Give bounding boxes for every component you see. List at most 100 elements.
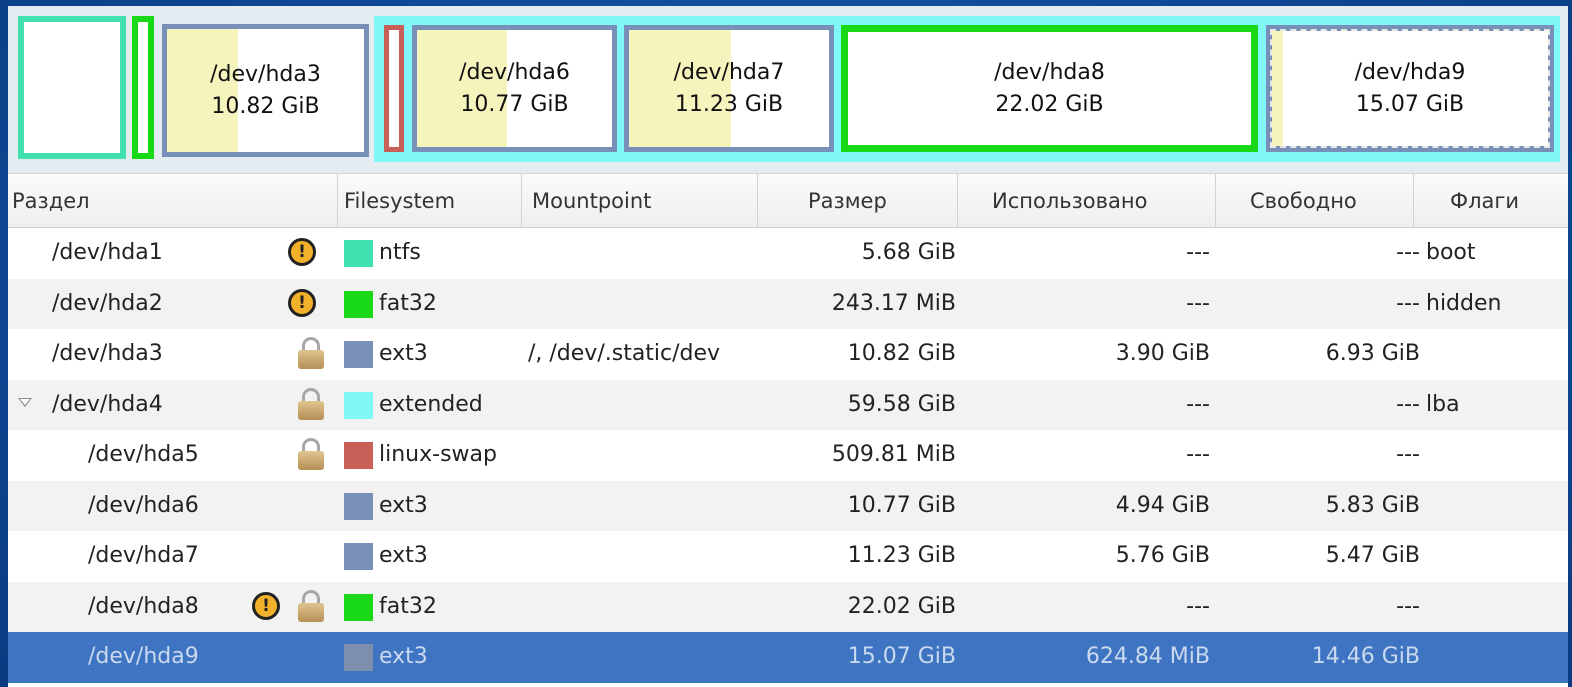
warning-icon: ! bbox=[288, 288, 316, 317]
flags-cell: boot bbox=[1426, 240, 1476, 265]
size-cell: 5.68 GiB bbox=[861, 240, 956, 265]
column-header-partition[interactable]: Раздел bbox=[8, 174, 338, 228]
table-row[interactable]: /dev/hda2 ! fat32 243.17 MiB --- --- hid… bbox=[8, 278, 1568, 329]
free-cell: --- bbox=[1396, 442, 1420, 467]
used-cell: 624.84 MiB bbox=[1085, 644, 1210, 669]
free-cell: --- bbox=[1396, 391, 1420, 417]
column-header-filesystem[interactable]: Filesystem bbox=[338, 174, 522, 228]
free-cell: 5.47 GiB bbox=[1325, 543, 1420, 568]
table-row[interactable]: /dev/hda7 ext3 11.23 GiB 5.76 GiB 5.47 G… bbox=[8, 531, 1568, 582]
partition-name-cell: /dev/hda8 bbox=[88, 593, 199, 619]
filesystem-cell: ext3 bbox=[379, 543, 428, 568]
table-row[interactable]: /dev/hda5 linux-swap 509.81 MiB --- --- bbox=[8, 430, 1568, 481]
filesystem-cell: ext3 bbox=[379, 492, 428, 518]
partition-block-hda4-extended[interactable]: /dev/hda6 10.77 GiB /dev/hda7 11.23 GiB … bbox=[374, 16, 1560, 162]
partition-map: /dev/hda3 10.82 GiB /dev/hda6 10.77 GiB … bbox=[8, 6, 1568, 173]
size-cell: 15.07 GiB bbox=[847, 644, 956, 669]
partition-size: 10.77 GiB bbox=[460, 91, 569, 117]
partition-name: /dev/hda7 bbox=[673, 59, 785, 85]
free-cell: --- bbox=[1396, 593, 1420, 619]
size-cell: 243.17 MiB bbox=[831, 290, 956, 316]
mountpoint-cell: /, /dev/.static/dev bbox=[528, 341, 721, 366]
partition-block-label: /dev/hda3 10.82 GiB bbox=[167, 59, 364, 123]
column-header-free[interactable]: Свободно bbox=[1216, 174, 1414, 228]
free-cell: 6.93 GiB bbox=[1325, 341, 1420, 366]
partition-block-hda2[interactable] bbox=[132, 16, 154, 159]
used-cell: 5.76 GiB bbox=[1115, 543, 1210, 568]
table-row[interactable]: /dev/hda4 extended 59.58 GiB --- --- lba bbox=[8, 379, 1568, 430]
column-header-used[interactable]: Использовано bbox=[958, 174, 1216, 228]
lock-icon bbox=[298, 438, 324, 470]
partition-block-hda9[interactable]: /dev/hda9 15.07 GiB bbox=[1266, 25, 1554, 152]
partition-block-hda1[interactable] bbox=[18, 16, 126, 159]
used-cell: --- bbox=[1186, 240, 1210, 265]
partition-block-label: /dev/hda7 11.23 GiB bbox=[629, 57, 829, 121]
partition-block-label: /dev/hda6 10.77 GiB bbox=[417, 57, 612, 121]
partition-name: /dev/hda9 bbox=[1354, 59, 1466, 85]
free-cell: --- bbox=[1396, 240, 1420, 265]
used-cell: --- bbox=[1186, 391, 1210, 417]
partition-block-hda5[interactable] bbox=[384, 25, 404, 152]
column-header-flags[interactable]: Флаги bbox=[1414, 174, 1568, 228]
filesystem-color-swatch bbox=[344, 290, 373, 318]
gparted-window: /dev/hda3 10.82 GiB /dev/hda6 10.77 GiB … bbox=[8, 6, 1568, 687]
table-row[interactable]: /dev/hda8 ! fat32 22.02 GiB --- --- bbox=[8, 581, 1568, 632]
filesystem-cell: extended bbox=[379, 391, 483, 417]
partition-table-body: /dev/hda1 ! ntfs 5.68 GiB --- --- boot /… bbox=[8, 228, 1568, 683]
used-cell: 3.90 GiB bbox=[1115, 341, 1210, 366]
filesystem-cell: linux-swap bbox=[379, 442, 497, 467]
size-cell: 11.23 GiB bbox=[847, 543, 956, 568]
filesystem-color-swatch bbox=[344, 391, 373, 419]
flags-cell: lba bbox=[1426, 391, 1460, 417]
lock-icon bbox=[298, 337, 324, 369]
partition-name-cell: /dev/hda5 bbox=[88, 442, 199, 467]
filesystem-color-swatch bbox=[344, 341, 373, 368]
filesystem-color-swatch bbox=[344, 644, 373, 671]
partition-block-hda6[interactable]: /dev/hda6 10.77 GiB bbox=[412, 25, 617, 152]
filesystem-color-swatch bbox=[344, 593, 373, 621]
filesystem-cell: fat32 bbox=[379, 290, 437, 316]
size-cell: 509.81 MiB bbox=[831, 442, 956, 467]
size-cell: 22.02 GiB bbox=[847, 593, 956, 619]
partition-name-cell: /dev/hda2 bbox=[52, 290, 163, 316]
partition-name-cell: /dev/hda7 bbox=[88, 543, 199, 568]
column-header-mountpoint[interactable]: Mountpoint bbox=[522, 174, 758, 228]
lock-icon bbox=[298, 387, 324, 420]
filesystem-cell: ext3 bbox=[379, 644, 428, 669]
filesystem-cell: ext3 bbox=[379, 341, 428, 366]
expander-icon[interactable] bbox=[18, 397, 32, 407]
partition-name: /dev/hda8 bbox=[994, 59, 1105, 85]
table-row[interactable]: /dev/hda3 ext3 /, /dev/.static/dev 10.82… bbox=[8, 329, 1568, 380]
filesystem-color-swatch bbox=[344, 240, 373, 267]
partition-block-hda7[interactable]: /dev/hda7 11.23 GiB bbox=[624, 25, 834, 152]
partition-block-label: /dev/hda9 15.07 GiB bbox=[1272, 57, 1548, 121]
filesystem-color-swatch bbox=[344, 492, 373, 520]
filesystem-cell: fat32 bbox=[379, 593, 437, 619]
used-cell: --- bbox=[1186, 593, 1210, 619]
partition-size: 10.82 GiB bbox=[211, 93, 320, 119]
partition-table-header: Раздел Filesystem Mountpoint Размер Испо… bbox=[8, 173, 1568, 228]
filesystem-color-swatch bbox=[344, 543, 373, 570]
filesystem-color-swatch bbox=[344, 442, 373, 469]
partition-name-cell: /dev/hda3 bbox=[52, 341, 163, 366]
partition-name: /dev/hda6 bbox=[459, 59, 570, 85]
partition-block-label: /dev/hda8 22.02 GiB bbox=[848, 57, 1251, 121]
warning-icon: ! bbox=[252, 591, 280, 620]
free-cell: 5.83 GiB bbox=[1325, 492, 1420, 518]
flags-cell: hidden bbox=[1426, 290, 1502, 316]
table-row[interactable]: /dev/hda1 ! ntfs 5.68 GiB --- --- boot bbox=[8, 228, 1568, 279]
partition-block-hda3[interactable]: /dev/hda3 10.82 GiB bbox=[162, 24, 369, 157]
partition-block-hda8[interactable]: /dev/hda8 22.02 GiB bbox=[841, 25, 1258, 152]
partition-size: 11.23 GiB bbox=[674, 91, 784, 117]
column-header-size[interactable]: Размер bbox=[758, 174, 958, 228]
table-row[interactable]: /dev/hda6 ext3 10.77 GiB 4.94 GiB 5.83 G… bbox=[8, 480, 1568, 531]
partition-name: /dev/hda3 bbox=[210, 61, 321, 87]
size-cell: 10.77 GiB bbox=[847, 492, 956, 518]
filesystem-cell: ntfs bbox=[379, 240, 421, 265]
table-row-selected[interactable]: /dev/hda9 ext3 15.07 GiB 624.84 MiB 14.4… bbox=[8, 632, 1568, 683]
partition-size: 22.02 GiB bbox=[995, 91, 1104, 117]
used-cell: 4.94 GiB bbox=[1115, 492, 1210, 518]
free-cell: 14.46 GiB bbox=[1311, 644, 1420, 669]
partition-name-cell: /dev/hda1 bbox=[52, 240, 163, 265]
used-cell: --- bbox=[1186, 290, 1210, 316]
